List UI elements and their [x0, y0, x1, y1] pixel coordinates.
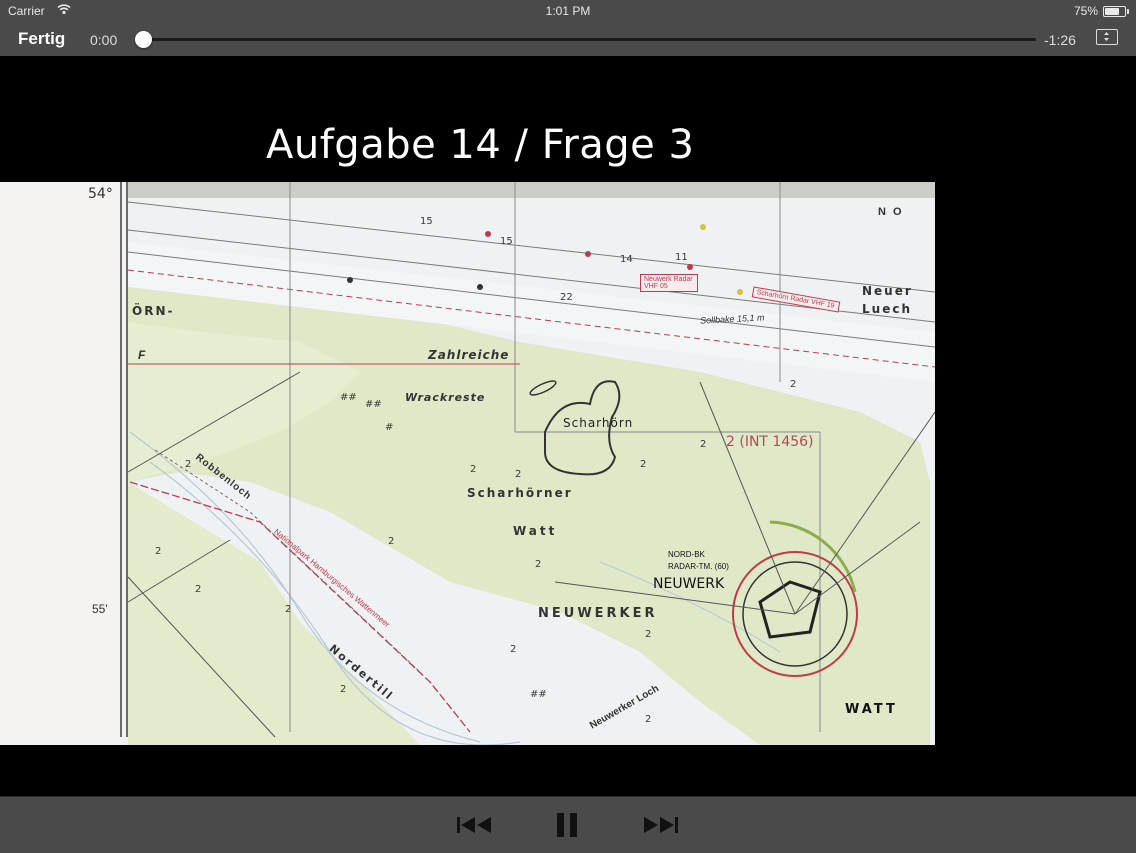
- battery-icon: [1103, 6, 1129, 17]
- svg-text:14: 14: [620, 254, 633, 265]
- chart-label-f: F: [138, 348, 146, 362]
- svg-text:2: 2: [510, 644, 516, 655]
- svg-text:##: ##: [530, 689, 547, 700]
- chart-label-watt-2: WATT: [845, 702, 898, 717]
- pause-icon[interactable]: [556, 811, 580, 844]
- chart-label-luech: Luech: [862, 302, 912, 316]
- svg-text:2: 2: [195, 584, 201, 595]
- remaining-time: -1:26: [1044, 32, 1076, 48]
- slide-title: Aufgabe 14 / Frage 3: [266, 122, 695, 168]
- chart-label-no: N O: [878, 206, 904, 218]
- skip-forward-icon[interactable]: [643, 811, 679, 844]
- chart-label-radar-tm: RADAR-TM. (60): [668, 562, 729, 571]
- chart-label-watt: Watt: [513, 524, 558, 538]
- chart-label-scharhorn: Scharhörn: [563, 416, 634, 430]
- latitude-label-55: 55': [92, 602, 108, 616]
- clock-time: 1:01 PM: [545, 4, 591, 18]
- svg-text:11: 11: [675, 252, 688, 263]
- chart-label-int: 2 (INT 1456): [726, 434, 814, 450]
- svg-text:2: 2: [515, 469, 521, 480]
- svg-text:2: 2: [700, 439, 706, 450]
- scrubber-track[interactable]: [135, 31, 1036, 48]
- latitude-label-54: 54°: [88, 186, 113, 202]
- aspect-toggle-button[interactable]: [1096, 29, 1118, 45]
- svg-text:2: 2: [640, 459, 646, 470]
- svg-text:2: 2: [285, 604, 291, 615]
- chart-label-radar-vhf05: Neuwerk Radar VHF 05: [640, 274, 698, 292]
- svg-text:2: 2: [340, 684, 346, 695]
- scrubber-knob[interactable]: [135, 31, 152, 48]
- chart-label-zahlreiche: Zahlreiche: [428, 348, 510, 362]
- status-bar: Carrier 1:01 PM 75%: [0, 0, 1136, 22]
- svg-text:2: 2: [645, 629, 651, 640]
- svg-text:2: 2: [790, 379, 796, 390]
- nautical-chart: ## ## #2 22 22 ## 2 22 22 22 22 2 15 15 14 1…: [0, 182, 935, 745]
- skip-back-icon[interactable]: [456, 811, 492, 844]
- chart-label-neuer: Neuer: [862, 284, 913, 298]
- playback-controls: [0, 796, 1136, 853]
- svg-text:#: #: [385, 422, 393, 433]
- chart-label-nord-bk: NORD-BK: [668, 550, 705, 559]
- chart-label-scharhorner: Scharhörner: [467, 486, 573, 500]
- chart-label-orn: ÖRN-: [132, 304, 175, 318]
- chart-label-neuwerker: NEUWERKER: [538, 606, 658, 621]
- battery-percent: 75%: [1073, 4, 1098, 18]
- svg-text:15: 15: [420, 216, 433, 227]
- svg-text:2: 2: [535, 559, 541, 570]
- svg-text:2: 2: [388, 536, 394, 547]
- svg-text:##: ##: [340, 392, 357, 403]
- nautical-chart-drawing: #### #2 22 22 ##2 22 22 22 22 215 1514 1…: [0, 182, 935, 745]
- svg-text:22: 22: [560, 292, 573, 303]
- done-button[interactable]: Fertig: [18, 29, 65, 49]
- chart-label-neuwerk: NEUWERK: [653, 576, 725, 592]
- player-top-bar: Fertig 0:00 -1:26: [0, 22, 1136, 57]
- svg-text:15: 15: [500, 236, 513, 247]
- svg-text:2: 2: [645, 714, 651, 725]
- svg-text:2: 2: [470, 464, 476, 475]
- svg-text:2: 2: [155, 546, 161, 557]
- chart-label-wrackreste: Wrackreste: [405, 391, 486, 404]
- elapsed-time: 0:00: [90, 32, 118, 48]
- svg-text:##: ##: [365, 399, 382, 410]
- video-area[interactable]: Aufgabe 14 / Frage 3 ## ## # 2 2 2 2 2 #…: [0, 56, 1136, 796]
- expand-icon: [1104, 32, 1109, 41]
- svg-text:2: 2: [185, 459, 191, 470]
